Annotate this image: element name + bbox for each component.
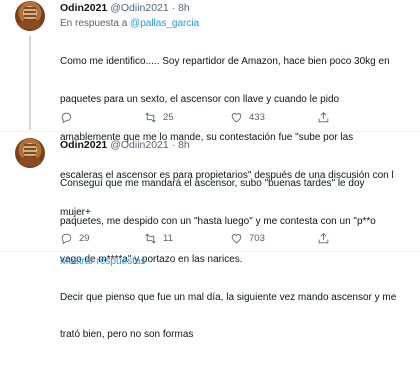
avatar[interactable] xyxy=(15,138,45,168)
reply-icon xyxy=(61,112,72,123)
reply-button[interactable]: 29 xyxy=(60,232,90,245)
author-name[interactable]: Odin2021 xyxy=(60,2,107,14)
retweet-icon xyxy=(145,233,156,243)
share-button[interactable] xyxy=(317,111,330,124)
tweet-actions: 25 433 xyxy=(60,109,390,125)
tweet-text-line: Como me identifico..... Soy repartidor d… xyxy=(60,56,390,68)
author-name[interactable]: Odin2021 xyxy=(60,139,107,151)
retweet-button[interactable]: 25 xyxy=(144,111,174,124)
tweet-header: Odin2021 @Odiin2021 · 8h xyxy=(60,139,412,152)
share-button[interactable] xyxy=(317,232,330,245)
author-handle[interactable]: @Odiin2021 xyxy=(110,2,169,14)
tweet-timestamp[interactable]: 8h xyxy=(178,2,190,14)
tweet-text-line: paquetes, me despido con un "hasta luego… xyxy=(60,215,376,227)
reply-count: 29 xyxy=(79,232,90,244)
like-button[interactable]: 703 xyxy=(230,232,265,245)
tweet-text-line: paquetes para un sexto, el ascensor con … xyxy=(60,93,340,105)
tweet[interactable]: Odin2021 @Odiin2021 · 8h En respuesta a … xyxy=(0,0,420,218)
tweet-actions: 29 11 703 xyxy=(60,230,390,246)
retweet-button[interactable]: 11 xyxy=(144,232,173,245)
header-separator: · xyxy=(171,2,176,14)
tweet-divider xyxy=(0,131,420,132)
thread-connector-line xyxy=(29,36,31,130)
share-icon xyxy=(318,232,329,243)
like-icon xyxy=(231,233,242,243)
retweet-count: 25 xyxy=(163,111,174,123)
like-icon xyxy=(231,112,242,122)
reply-prefix: En respuesta a xyxy=(60,18,131,29)
tweet-text-line: Conseguí que me mandará el ascensor, sub… xyxy=(60,178,365,190)
reply-mention-link[interactable]: @pallas_garcia xyxy=(130,18,199,29)
retweet-count: 11 xyxy=(163,232,173,244)
retweet-icon xyxy=(145,112,156,122)
show-replies-link[interactable]: Mostrar respuestas xyxy=(60,256,146,267)
tweet-header: Odin2021 @Odiin2021 · 8h xyxy=(60,2,412,15)
tweet[interactable]: Odin2021 @Odiin2021 · 8h Conseguí que me… xyxy=(0,134,420,340)
like-count: 433 xyxy=(249,111,265,123)
tweet-text-line: trató bien, pero no son formas xyxy=(60,329,194,341)
tweet-content: Odin2021 @Odiin2021 · 8h Conseguí que me… xyxy=(60,139,412,367)
avatar[interactable] xyxy=(15,1,45,31)
share-icon xyxy=(318,111,329,122)
header-separator: · xyxy=(171,139,176,151)
reply-icon xyxy=(61,233,72,244)
tweet-timestamp[interactable]: 8h xyxy=(178,139,190,151)
like-count: 703 xyxy=(249,232,265,244)
tweet-text-line: Decir que pienso que fue un mal día, la … xyxy=(60,291,397,303)
author-handle[interactable]: @Odiin2021 xyxy=(110,139,169,151)
reply-context: En respuesta a @pallas_garcia xyxy=(60,17,412,30)
reply-button[interactable] xyxy=(60,111,79,124)
tweet-divider xyxy=(0,251,420,252)
like-button[interactable]: 433 xyxy=(230,111,265,124)
